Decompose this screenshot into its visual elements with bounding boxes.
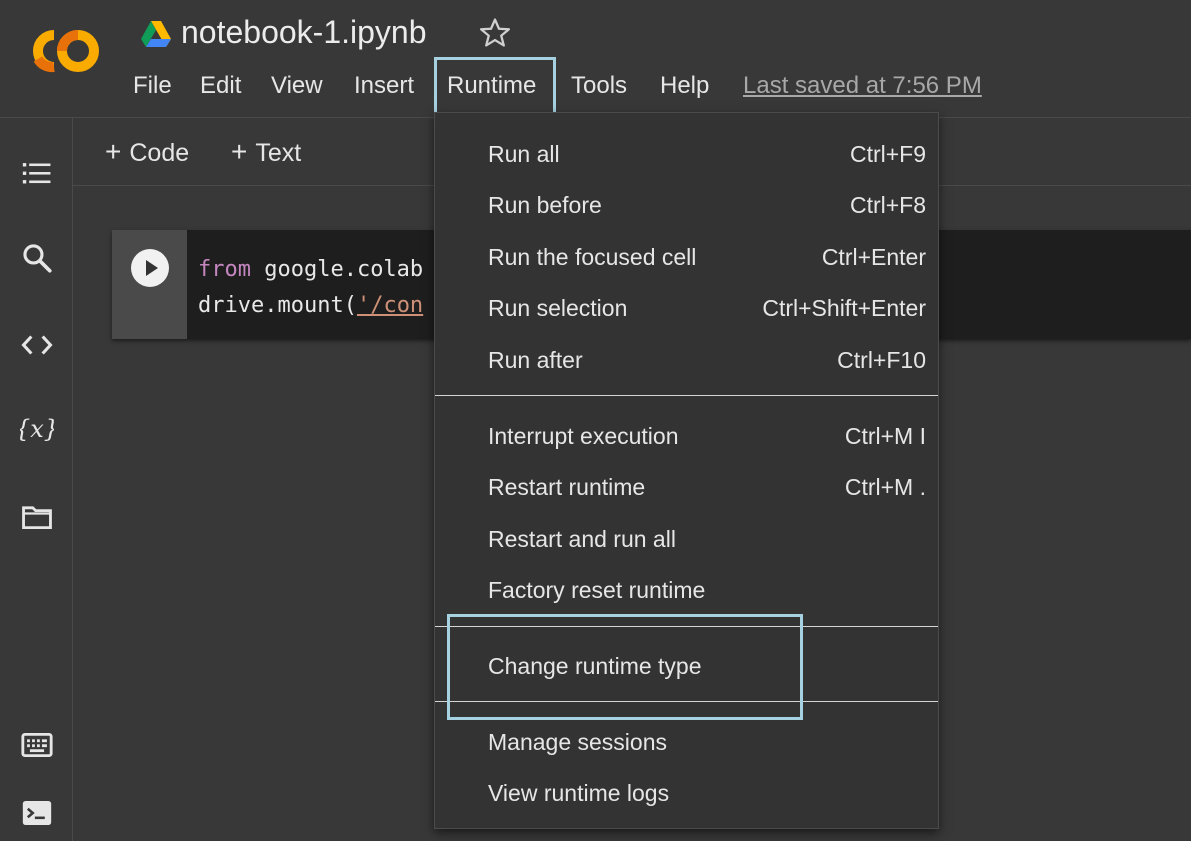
plus-icon: + bbox=[105, 136, 122, 167]
table-of-contents-icon[interactable] bbox=[20, 156, 54, 190]
add-text-label: Text bbox=[255, 139, 302, 167]
menu-item-view-runtime-logs[interactable]: View runtime logs bbox=[435, 767, 938, 817]
menu-edit[interactable]: Edit bbox=[200, 72, 241, 100]
menu-item-run-selection[interactable]: Run selection Ctrl+Shift+Enter bbox=[435, 282, 938, 332]
notebook-title[interactable]: notebook-1.ipynb bbox=[181, 14, 427, 51]
menu-separator bbox=[435, 395, 938, 396]
menu-item-shortcut: Ctrl+F8 bbox=[849, 192, 926, 218]
menu-item-label: Run selection bbox=[488, 295, 628, 321]
menu-item-shortcut: Ctrl+F10 bbox=[837, 347, 926, 373]
menu-item-label: Run the focused cell bbox=[488, 244, 697, 270]
cell-gutter bbox=[112, 230, 187, 339]
menu-item-shortcut: Ctrl+Shift+Enter bbox=[762, 295, 926, 321]
google-drive-icon bbox=[141, 21, 171, 47]
menu-item-shortcut: Ctrl+Enter bbox=[821, 244, 926, 270]
menu-item-label: Restart and run all bbox=[488, 526, 676, 552]
code-text: google.colab bbox=[250, 257, 424, 282]
menu-item-restart-and-run-all[interactable]: Restart and run all bbox=[435, 513, 938, 563]
command-palette-icon[interactable] bbox=[20, 728, 54, 762]
run-cell-button[interactable] bbox=[131, 249, 169, 287]
plus-icon: + bbox=[231, 136, 248, 167]
menu-item-shortcut: Ctrl+M I bbox=[844, 423, 926, 449]
menu-item-label: Manage sessions bbox=[488, 729, 667, 755]
code-text: drive.mount( bbox=[198, 293, 357, 318]
menu-item-shortcut: Ctrl+F9 bbox=[849, 141, 926, 167]
code-editor[interactable]: from google.colab drive.mount('/con bbox=[198, 252, 423, 324]
menu-item-interrupt-execution[interactable]: Interrupt execution Ctrl+M I bbox=[435, 410, 938, 460]
menu-item-label: Run before bbox=[488, 192, 602, 218]
menu-insert[interactable]: Insert bbox=[354, 72, 414, 100]
folder-icon[interactable] bbox=[20, 500, 54, 534]
variables-icon[interactable]: {x} bbox=[20, 413, 54, 447]
menu-item-manage-sessions[interactable]: Manage sessions bbox=[435, 716, 938, 766]
search-icon[interactable] bbox=[20, 241, 54, 275]
menu-item-run-before[interactable]: Run before Ctrl+F8 bbox=[435, 179, 938, 229]
terminal-icon[interactable] bbox=[20, 796, 54, 830]
change-runtime-type-highlight bbox=[447, 614, 803, 720]
add-code-label: Code bbox=[129, 139, 190, 167]
menu-view[interactable]: View bbox=[271, 72, 323, 100]
menu-item-label: Interrupt execution bbox=[488, 423, 679, 449]
menu-item-label: View runtime logs bbox=[488, 780, 670, 806]
svg-text:{x}: {x} bbox=[20, 415, 54, 443]
menu-item-run-all[interactable]: Run all Ctrl+F9 bbox=[435, 128, 938, 178]
runtime-menu-highlight bbox=[434, 57, 556, 117]
menu-item-label: Run all bbox=[488, 141, 560, 167]
play-icon bbox=[146, 260, 158, 276]
menu-item-label: Run after bbox=[488, 347, 583, 373]
menu-item-run-after[interactable]: Run after Ctrl+F10 bbox=[435, 334, 938, 384]
menu-item-shortcut: Ctrl+M . bbox=[844, 474, 926, 500]
menu-file[interactable]: File bbox=[133, 72, 172, 100]
top-bar: notebook-1.ipynb File Edit View Insert R… bbox=[0, 0, 1191, 118]
menu-item-restart-runtime[interactable]: Restart runtime Ctrl+M . bbox=[435, 461, 938, 511]
left-sidebar: {x} bbox=[0, 118, 73, 841]
colab-logo-icon[interactable] bbox=[24, 26, 104, 76]
menu-tools[interactable]: Tools bbox=[571, 72, 627, 100]
star-outline-icon[interactable] bbox=[478, 16, 512, 50]
code-string: '/con bbox=[356, 293, 424, 318]
menu-item-label: Restart runtime bbox=[488, 474, 646, 500]
add-text-button[interactable]: + Text bbox=[231, 136, 301, 168]
last-saved-link[interactable]: Last saved at 7:56 PM bbox=[743, 72, 982, 100]
menu-item-run-focused-cell[interactable]: Run the focused cell Ctrl+Enter bbox=[435, 231, 938, 281]
menu-item-label: Factory reset runtime bbox=[488, 577, 706, 603]
runtime-dropdown-menu: Run all Ctrl+F9 Run before Ctrl+F8 Run t… bbox=[434, 112, 939, 829]
menu-item-factory-reset-runtime[interactable]: Factory reset runtime bbox=[435, 564, 938, 614]
code-snippets-icon[interactable] bbox=[20, 328, 54, 362]
code-keyword: from bbox=[198, 257, 251, 282]
add-code-button[interactable]: + Code bbox=[105, 136, 189, 168]
menu-help[interactable]: Help bbox=[660, 72, 709, 100]
